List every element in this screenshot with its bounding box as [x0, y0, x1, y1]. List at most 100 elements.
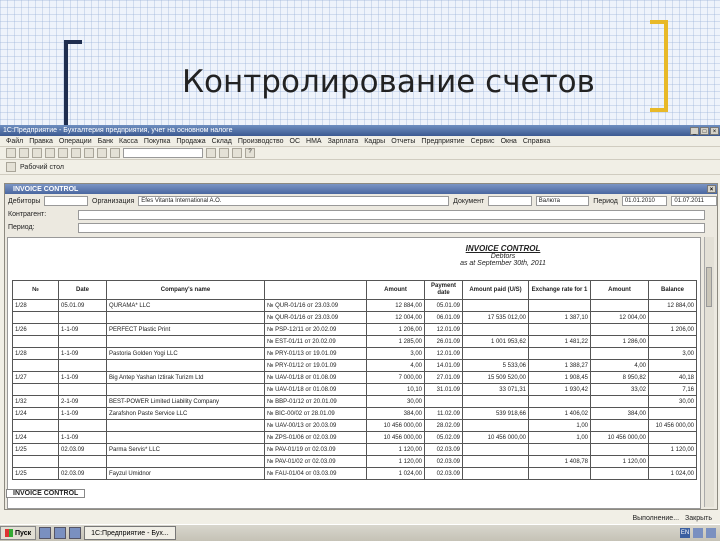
- copy-icon[interactable]: [84, 148, 94, 158]
- cut-icon[interactable]: [71, 148, 81, 158]
- save-icon[interactable]: [32, 148, 42, 158]
- menu-item-file[interactable]: Файл: [6, 138, 23, 145]
- table-cell: № PAV-01/19 от 02.03.09: [264, 443, 367, 456]
- new-document-icon[interactable]: [6, 148, 16, 158]
- table-cell: 40,18: [648, 371, 697, 384]
- menu-item-edit[interactable]: Правка: [29, 138, 53, 145]
- paste-icon[interactable]: [97, 148, 107, 158]
- start-button[interactable]: Пуск: [0, 526, 37, 540]
- counterparty-field[interactable]: [78, 209, 705, 220]
- table-cell: [106, 359, 265, 372]
- print-icon[interactable]: [45, 148, 55, 158]
- menu-item-bank[interactable]: Банк: [98, 138, 113, 145]
- table-cell: Zarafshon Paste Service LLC: [106, 407, 265, 420]
- menu-item-purchase[interactable]: Покупка: [144, 138, 170, 145]
- menu-item-salary[interactable]: Зарплата: [328, 138, 359, 145]
- table-cell: Fayzul Umidnor: [106, 467, 265, 480]
- table-cell: 3,00: [648, 347, 697, 360]
- help-icon[interactable]: ?: [245, 148, 255, 158]
- table-cell: 1 206,00: [648, 323, 697, 336]
- status-text: Выполнение...: [632, 515, 680, 522]
- table-cell: [12, 383, 59, 396]
- table-cell: [462, 299, 529, 312]
- table-cell: [12, 419, 59, 432]
- menu-item-sales[interactable]: Продажа: [176, 138, 205, 145]
- scrollbar-thumb[interactable]: [706, 267, 712, 307]
- close-button[interactable]: ×: [710, 126, 719, 135]
- table-cell: 1 388,27: [528, 359, 591, 372]
- menu-item-operations[interactable]: Операции: [59, 138, 92, 145]
- app-window: 1С:Предприятие - Бухгалтерия предприятия…: [0, 125, 720, 524]
- document-field[interactable]: [488, 196, 532, 206]
- window-titlebar[interactable]: 1С:Предприятие - Бухгалтерия предприятия…: [0, 125, 720, 136]
- report-scrollbar[interactable]: [704, 237, 714, 507]
- menu-item-enterprise[interactable]: Предприятие: [421, 138, 464, 145]
- search-combo[interactable]: [123, 148, 203, 158]
- calendar-icon[interactable]: [232, 148, 242, 158]
- period-from-field[interactable]: 01.01.2010: [621, 196, 668, 206]
- windows-logo-icon: [5, 529, 13, 537]
- table-cell: 10 456 000,00: [648, 419, 697, 432]
- menu-item-service[interactable]: Сервис: [471, 138, 495, 145]
- menu-item-intangibles[interactable]: НМА: [306, 138, 322, 145]
- undo-icon[interactable]: [110, 148, 120, 158]
- table-cell: 02.03.09: [424, 443, 463, 456]
- table-cell: № FAU-01/04 от 03.03.09: [264, 467, 367, 480]
- table-row: № UAV-00/13 от 20.03.09 10 456 000,00 28.0…: [12, 419, 697, 432]
- currency-select[interactable]: Валюта: [535, 196, 590, 206]
- document-close-button[interactable]: ×: [707, 185, 716, 193]
- table-cell: № PSP-12/11 от 20.02.09: [264, 323, 367, 336]
- document-titlebar[interactable]: INVOICE CONTROL ×: [5, 184, 717, 194]
- period-field[interactable]: [78, 222, 705, 233]
- tray-icon[interactable]: [693, 528, 703, 538]
- window-title: 1С:Предприятие - Бухгалтерия предприятия…: [3, 127, 233, 134]
- column-header: [264, 280, 367, 300]
- debtors-field[interactable]: [44, 196, 89, 206]
- open-icon[interactable]: [19, 148, 29, 158]
- status-close[interactable]: Закрыть: [685, 515, 712, 522]
- period-row: Период:: [5, 221, 717, 234]
- menu-item-production[interactable]: Производство: [238, 138, 284, 145]
- table-cell: 1-1-09: [58, 407, 107, 420]
- period-to-field[interactable]: 01.07.2011: [671, 196, 717, 206]
- left-bracket-decoration: [64, 40, 82, 132]
- menu-item-reports[interactable]: Отчеты: [391, 138, 415, 145]
- table-row: 1/28 1-1-09 Pastoria Golden Yogi LLC № PRY-…: [12, 347, 697, 360]
- desktop-button[interactable]: Рабочий стол: [20, 164, 64, 171]
- menu-item-fixed-assets[interactable]: ОС: [290, 138, 301, 145]
- desktop-icon[interactable]: [6, 162, 16, 172]
- quick-launch-icon[interactable]: [39, 527, 52, 539]
- table-cell: [648, 431, 697, 444]
- quick-launch-icon[interactable]: [54, 527, 67, 539]
- table-body: 1/28 05.01.09 QURAMA* LLC № QUR-01/16 от 23…: [12, 299, 697, 480]
- table-cell: [462, 323, 529, 336]
- quick-launch-icon[interactable]: [69, 527, 82, 539]
- minimize-button[interactable]: _: [690, 126, 699, 135]
- table-cell: 1 406,02: [528, 407, 591, 420]
- table-cell: [12, 335, 59, 348]
- table-cell: [528, 395, 591, 408]
- table-row: 1/28 05.01.09 QURAMA* LLC № QUR-01/16 от 23…: [12, 299, 697, 312]
- find-icon[interactable]: [206, 148, 216, 158]
- column-header: Amount: [590, 280, 649, 300]
- language-indicator[interactable]: EN: [680, 528, 690, 538]
- filter-bar: Дебиторы Организация Efes Vitanta Intern…: [5, 194, 717, 208]
- calculator-icon[interactable]: [219, 148, 229, 158]
- table-cell: 05.01.09: [58, 299, 107, 312]
- tray-icon[interactable]: [706, 528, 716, 538]
- table-cell: 7 000,00: [366, 371, 425, 384]
- table-cell: [528, 347, 591, 360]
- maximize-button[interactable]: □: [700, 126, 709, 135]
- table-cell: № QUR-01/16 от 23.03.09: [264, 311, 367, 324]
- menu-item-help[interactable]: Справка: [523, 138, 550, 145]
- menu-item-warehouse[interactable]: Склад: [212, 138, 232, 145]
- menu-item-cash[interactable]: Касса: [119, 138, 138, 145]
- organization-field[interactable]: Efes Vitanta International A.O.: [138, 196, 450, 206]
- taskbar-window-button[interactable]: 1С:Предприятие - Бух...: [84, 526, 176, 540]
- menu-item-hr[interactable]: Кадры: [364, 138, 385, 145]
- table-row: № PRY-01/12 от 19.01.09 4,00 14.01.09 5 533…: [12, 359, 697, 372]
- table-row: № PAV-01/02 от 02.03.09 1 120,00 02.03.09 1…: [12, 455, 697, 468]
- menu-item-windows[interactable]: Окна: [501, 138, 517, 145]
- window-tab-invoice-control[interactable]: INVOICE CONTROL: [6, 489, 86, 498]
- preview-icon[interactable]: [58, 148, 68, 158]
